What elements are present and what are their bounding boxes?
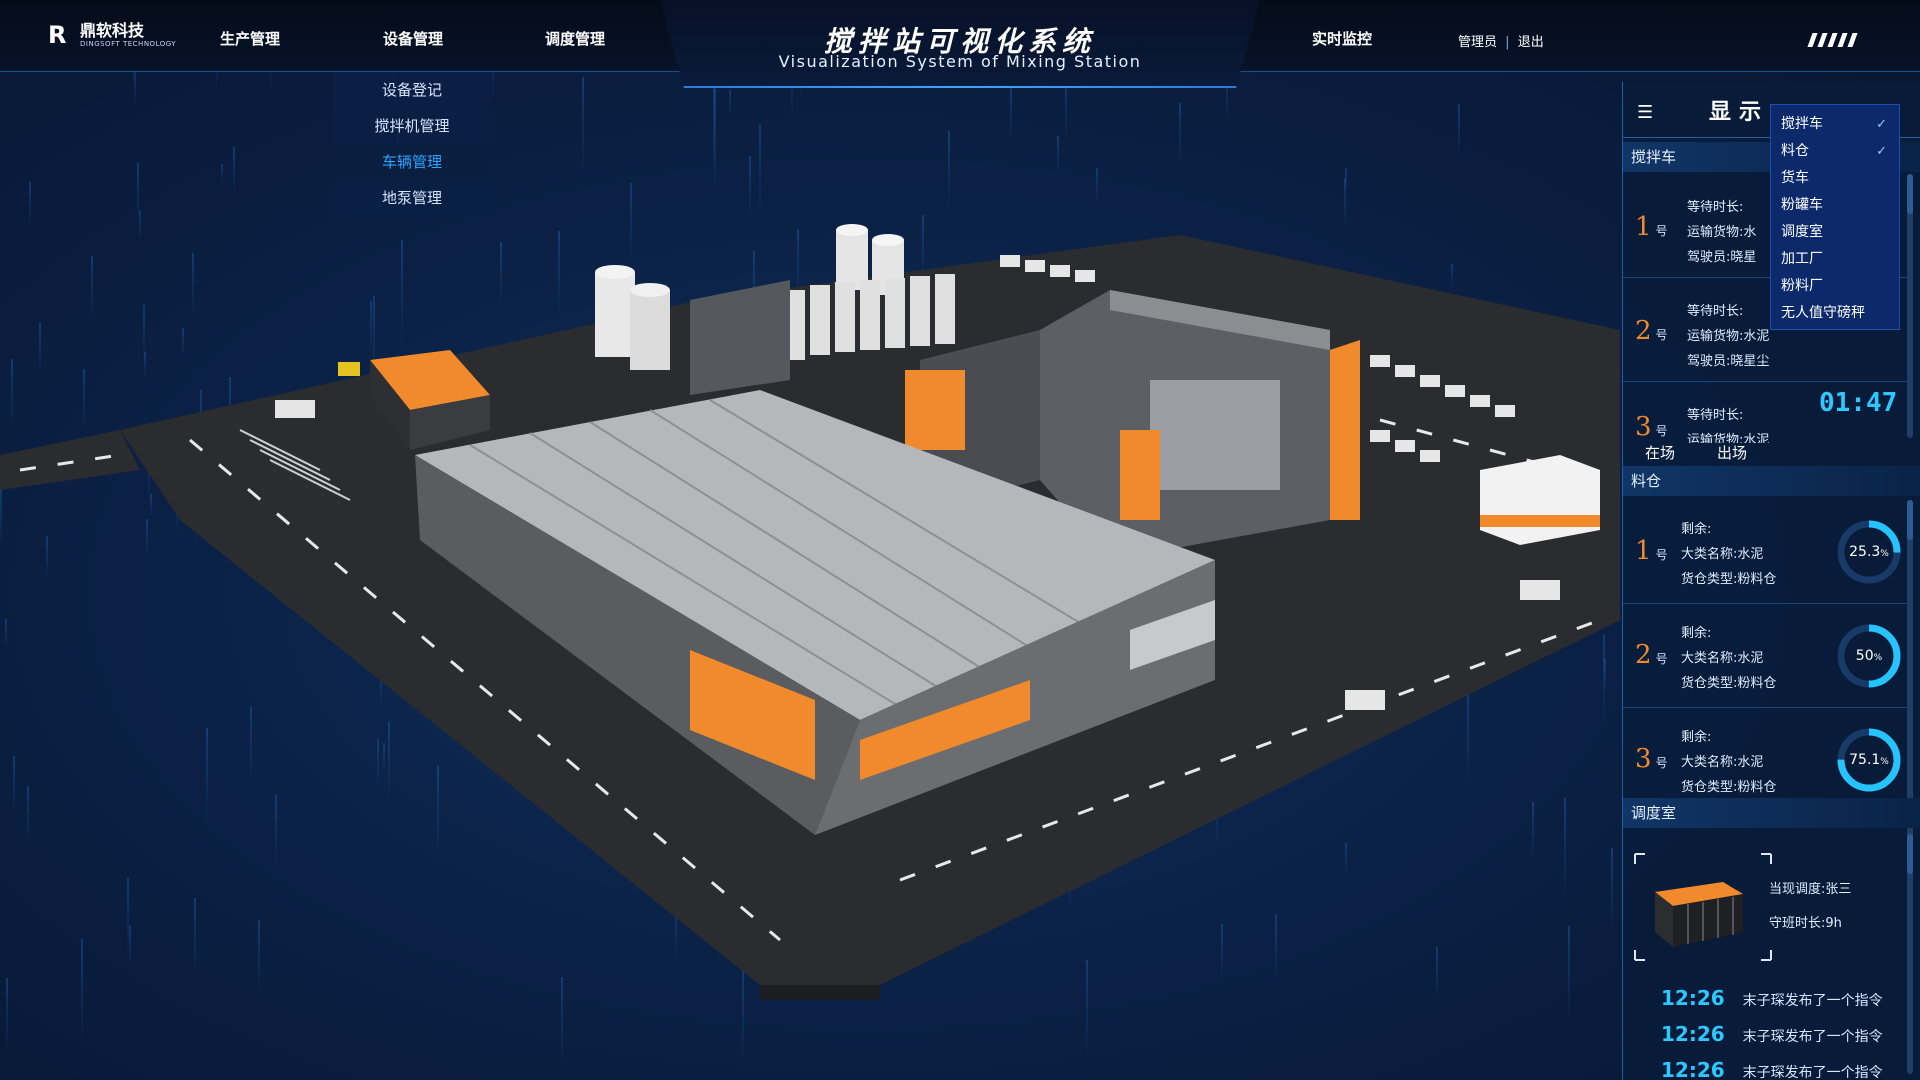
silo-percent-label: 25.3% bbox=[1849, 544, 1889, 560]
list-toggle-icon[interactable]: ☰ bbox=[1637, 102, 1653, 123]
silo-type-text: 货仓类型:粉料仓 bbox=[1681, 676, 1777, 691]
dispatch-scrollbar[interactable] bbox=[1907, 834, 1913, 1074]
nav-equipment[interactable]: 设备管理 bbox=[383, 28, 443, 49]
silo-type-text: 货仓类型:粉料仓 bbox=[1681, 572, 1777, 587]
tab-off-site[interactable]: 出场 bbox=[1717, 442, 1747, 463]
tab-on-site[interactable]: 在场 bbox=[1645, 442, 1675, 463]
remain-label: 剩余: bbox=[1681, 626, 1712, 641]
silo-unit: 号 bbox=[1655, 756, 1668, 770]
log-time: 12:26 bbox=[1661, 1022, 1725, 1046]
cargo-text: 运输货物:水泥 bbox=[1687, 329, 1770, 344]
log-time: 12:26 bbox=[1661, 1058, 1725, 1080]
wait-time-label: 等待时长: bbox=[1687, 200, 1744, 215]
shift-duration-text: 守班时长:9h bbox=[1769, 916, 1842, 931]
silo-number: 1 bbox=[1635, 536, 1652, 566]
separator: | bbox=[1505, 35, 1510, 50]
nav-dispatch[interactable]: 调度管理 bbox=[545, 28, 605, 49]
mixer-number: 3 bbox=[1635, 412, 1652, 442]
mixer-unit: 号 bbox=[1655, 328, 1668, 342]
submenu-vehicle-management[interactable]: 车辆管理 bbox=[333, 144, 491, 180]
layer-option-powder-tanker[interactable]: 粉罐车 bbox=[1771, 192, 1899, 219]
logo-name: 鼎软科技 bbox=[80, 21, 145, 40]
admin-user[interactable]: 管理员 bbox=[1458, 35, 1497, 50]
log-text: 末子琛发布了一个指令 bbox=[1742, 1029, 1883, 1045]
submenu-device-registration[interactable]: 设备登记 bbox=[333, 72, 491, 108]
logout-link[interactable]: 退出 bbox=[1518, 35, 1544, 50]
check-icon: ✓ bbox=[1876, 144, 1887, 159]
menu-bars-icon[interactable] bbox=[1807, 33, 1858, 47]
check-icon: ✓ bbox=[1876, 117, 1887, 132]
layer-filter-dropdown: 搅拌车 ✓ 料仓 ✓ 货车 粉罐车 调度室 加工厂 粉料厂 无人值守磅秤 bbox=[1770, 104, 1900, 330]
title-glow-line bbox=[690, 86, 1230, 88]
category-text: 大类名称:水泥 bbox=[1681, 651, 1764, 666]
cargo-text: 运输货物:水泥 bbox=[1687, 433, 1770, 443]
nav-production[interactable]: 生产管理 bbox=[220, 28, 280, 49]
cargo-text: 运输货物:水 bbox=[1687, 225, 1757, 240]
layer-option-truck[interactable]: 货车 bbox=[1771, 165, 1899, 192]
silo-card-1[interactable]: 1号 剩余: 大类名称:水泥 货仓类型:粉料仓 25.3% bbox=[1623, 500, 1913, 604]
company-logo[interactable]: R 鼎软科技 DINGSOFT TECHNOLOGY bbox=[48, 21, 177, 49]
driver-text: 驾驶员:晓星尘 bbox=[1687, 354, 1770, 369]
driver-text: 驾驶员:晓星 bbox=[1687, 250, 1757, 265]
mixer-unit: 号 bbox=[1655, 424, 1668, 438]
submenu-mixer-management[interactable]: 搅拌机管理 bbox=[333, 108, 491, 144]
remain-label: 剩余: bbox=[1681, 730, 1712, 745]
wait-timer: 01:47 bbox=[1819, 388, 1898, 418]
layer-option-dispatch-room[interactable]: 调度室 bbox=[1771, 219, 1899, 246]
layer-option-silo[interactable]: 料仓 ✓ bbox=[1771, 138, 1899, 165]
log-text: 末子琛发布了一个指令 bbox=[1742, 1065, 1883, 1080]
log-entry: 12:26 末子琛发布了一个指令 bbox=[1661, 1022, 1883, 1046]
log-entry: 12:26 末子琛发布了一个指令 bbox=[1661, 1058, 1883, 1080]
section-silos: 料仓 bbox=[1623, 466, 1920, 496]
silo-unit: 号 bbox=[1655, 548, 1668, 562]
log-entry: 12:26 末子琛发布了一个指令 bbox=[1661, 986, 1883, 1010]
status-tabs: 在场 出场 bbox=[1645, 442, 1747, 463]
log-time: 12:26 bbox=[1661, 986, 1725, 1010]
log-text: 末子琛发布了一个指令 bbox=[1742, 993, 1883, 1009]
layer-option-factory[interactable]: 加工厂 bbox=[1771, 246, 1899, 273]
layer-option-unmanned-scale[interactable]: 无人值守磅秤 bbox=[1771, 300, 1899, 327]
panel-title: 显示 bbox=[1709, 100, 1770, 125]
logo-r-icon: R bbox=[48, 21, 67, 49]
wait-time-label: 等待时长: bbox=[1687, 304, 1744, 319]
category-text: 大类名称:水泥 bbox=[1681, 755, 1764, 770]
layer-option-mixer[interactable]: 搅拌车 ✓ bbox=[1771, 111, 1899, 138]
user-area: 管理员 | 退出 bbox=[1458, 31, 1544, 50]
page-subtitle: Visualization System of Mixing Station bbox=[778, 52, 1142, 71]
mixer-number: 1 bbox=[1635, 212, 1652, 242]
top-header: R 鼎软科技 DINGSOFT TECHNOLOGY 生产管理 设备管理 调度管… bbox=[0, 0, 1920, 88]
mixer-scrollbar[interactable] bbox=[1907, 174, 1913, 438]
nav-realtime-monitor[interactable]: 实时监控 bbox=[1312, 28, 1372, 49]
layer-option-powder-plant[interactable]: 粉料厂 bbox=[1771, 273, 1899, 300]
equipment-submenu: 设备登记 搅拌机管理 车辆管理 地泵管理 bbox=[333, 72, 491, 216]
mixer-number: 2 bbox=[1635, 316, 1652, 346]
silo-card-3[interactable]: 3号 剩余: 大类名称:水泥 货仓类型:粉料仓 75.1% bbox=[1623, 708, 1913, 812]
silo-number: 2 bbox=[1635, 640, 1652, 670]
wait-time-label: 等待时长: bbox=[1687, 408, 1744, 423]
remain-label: 剩余: bbox=[1681, 522, 1712, 537]
submenu-pump-management[interactable]: 地泵管理 bbox=[333, 180, 491, 216]
silo-card-2[interactable]: 2号 剩余: 大类名称:水泥 货仓类型:粉料仓 50% bbox=[1623, 604, 1913, 708]
mixer-unit: 号 bbox=[1655, 224, 1668, 238]
dispatcher-text: 当现调度:张三 bbox=[1769, 882, 1852, 897]
silo-percent-label: 75.1% bbox=[1849, 752, 1889, 768]
logo-english: DINGSOFT TECHNOLOGY bbox=[80, 40, 177, 48]
silo-percent-label: 50% bbox=[1855, 648, 1883, 664]
dispatch-room-thumbnail[interactable] bbox=[1633, 852, 1773, 962]
silo-unit: 号 bbox=[1655, 652, 1668, 666]
silo-number: 3 bbox=[1635, 744, 1652, 774]
category-text: 大类名称:水泥 bbox=[1681, 547, 1764, 562]
silo-type-text: 货仓类型:粉料仓 bbox=[1681, 780, 1777, 795]
section-dispatch-room: 调度室 bbox=[1623, 798, 1920, 828]
